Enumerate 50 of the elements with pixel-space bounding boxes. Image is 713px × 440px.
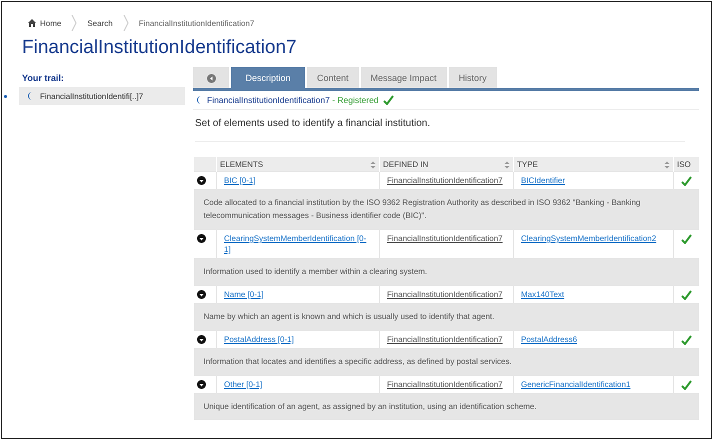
trail-heading: Your trail: [22, 73, 65, 83]
collapse-icon [196, 234, 206, 244]
breadcrumb-link[interactable]: Search [87, 18, 113, 28]
type-link[interactable]: GenericFinancialIdentification1 [521, 379, 630, 390]
column-header[interactable]: ELEMENTS [216, 157, 380, 172]
type-link[interactable]: PostalAddress6 [521, 334, 578, 345]
column-header[interactable]: ISO [674, 157, 699, 172]
tab[interactable]: Content [307, 67, 359, 88]
definition-text: Unique identification of an agent, as assigned by an institution, using an identification scheme. [194, 393, 699, 420]
page-title: FinancialInstitutionIdentification7 [22, 37, 298, 59]
back-icon [206, 74, 216, 83]
definition-text: Code allocated to a financial institution by the ISO 9362 Registration Authority as described in ISO 9362 "Banking - Banking telecommunication messages - Business identifier code (BIC)". [194, 189, 699, 230]
tab[interactable]: History [448, 67, 497, 88]
trail-item[interactable]: FinancialInstitutionIdentifi[..]7 [19, 87, 185, 105]
element-link[interactable]: Name [0-1] [224, 289, 264, 300]
moon-icon [195, 95, 203, 105]
type-link[interactable]: Max140Text [521, 289, 564, 300]
element-link[interactable]: BIC [0-1] [224, 175, 256, 186]
column-header[interactable]: TYPE [514, 157, 674, 172]
element-link[interactable]: Other [0-1] [224, 379, 262, 390]
chevron-icon [71, 15, 78, 31]
column-header[interactable]: DEFINED IN [380, 157, 514, 172]
collapse-icon [196, 335, 206, 344]
tab[interactable]: Description [231, 67, 305, 88]
collapse-icon [196, 380, 206, 390]
status-label: - Registered [331, 95, 379, 105]
definition-text: Information used to identify a member within a clearing system. [194, 258, 699, 286]
definition-text: Name by which an agent is known and which is usually used to identify that agent. [194, 303, 699, 330]
sort-icon [504, 160, 510, 168]
type-link[interactable]: ClearingSystemMemberIdentification2 [521, 233, 656, 244]
sort-icon [664, 160, 670, 168]
moon-icon [26, 91, 34, 101]
tab[interactable]: Message Impact [360, 67, 447, 88]
trail-item-label: FinancialInstitutionIdentifi[..]7 [40, 92, 144, 100]
collapse-icon [196, 290, 206, 300]
bullet-icon [4, 94, 7, 98]
chevron-icon [122, 15, 129, 31]
breadcrumb-current: FinancialInstitutionIdentification7 [138, 18, 254, 28]
type-link[interactable]: BICIdentifier [521, 175, 566, 186]
description-text: Set of elements used to identify a financial institution. [195, 110, 685, 142]
element-link[interactable]: PostalAddress [0-1] [224, 334, 294, 345]
home-icon [28, 19, 36, 27]
defined-in-link[interactable]: FinancialInstitutionIdentification7 [387, 233, 503, 244]
home-link[interactable]: Home [28, 18, 62, 28]
back-tab[interactable] [193, 67, 229, 88]
element-link[interactable]: ClearingSystemMemberIdentification [0-1] [224, 233, 372, 255]
sort-icon [370, 160, 376, 168]
collapse-icon [196, 176, 206, 186]
definition-text: Information that locates and identifies a specific address, as defined by postal services. [194, 348, 699, 376]
element-name: FinancialInstitutionIdentification7 [207, 95, 330, 105]
